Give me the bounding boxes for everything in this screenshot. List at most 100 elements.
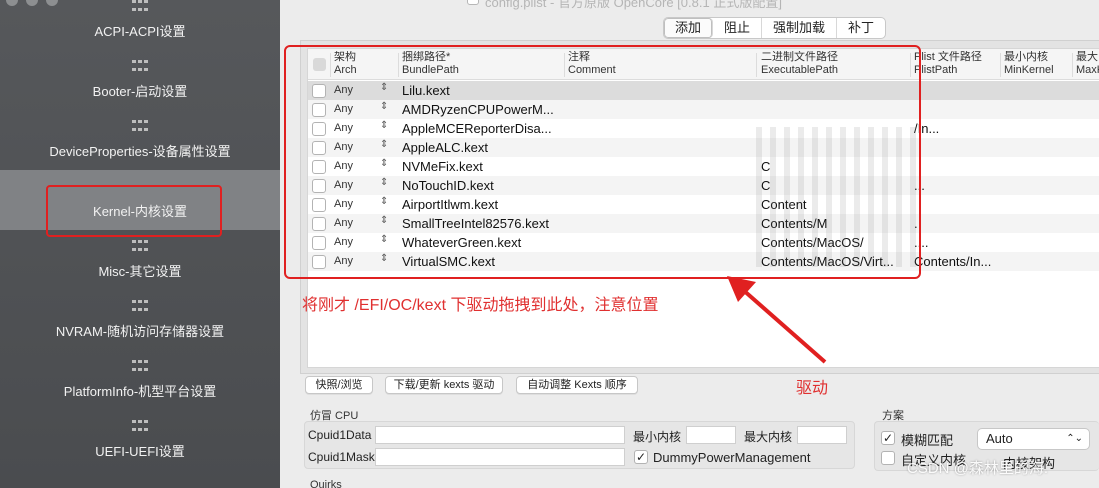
sidebar-item-booter[interactable]: Booter-启动设置 xyxy=(0,50,280,110)
max-kernel-input[interactable] xyxy=(797,426,847,444)
table-row[interactable]: Any ⇕ AppleMCEReporterDisa... /In... xyxy=(308,119,1099,138)
row-enabled-checkbox[interactable] xyxy=(312,141,326,155)
tab-force[interactable]: 强制加载 xyxy=(762,18,838,38)
sidebar-item-platforminfo[interactable]: PlatformInfo-机型平台设置 xyxy=(0,350,280,410)
row-enabled-checkbox[interactable] xyxy=(312,84,326,98)
instruction-annotation: 将刚才 /EFI/OC/kext 下驱动拖拽到此处，注意位置 xyxy=(302,297,659,314)
arch-select-value: Auto xyxy=(986,431,1013,446)
tab-block[interactable]: 阻止 xyxy=(713,18,763,38)
updown-arrow-icon[interactable]: ⇕ xyxy=(380,196,388,207)
row-plistpath[interactable]: /In... xyxy=(914,121,939,136)
sidebar-item-label: DeviceProperties-设备属性设置 xyxy=(49,144,231,159)
updown-arrow-icon[interactable]: ⇕ xyxy=(380,253,388,264)
updown-arrow-icon[interactable]: ⇕ xyxy=(380,139,388,150)
row-enabled-checkbox[interactable] xyxy=(312,179,326,193)
row-enabled-checkbox[interactable] xyxy=(312,236,326,250)
grid-icon xyxy=(132,60,148,74)
dummy-power-checkbox[interactable]: ✓ xyxy=(634,450,648,464)
table-row[interactable]: Any ⇕ Lilu.kext xyxy=(308,81,1099,100)
tab-add[interactable]: 添加 xyxy=(664,18,714,38)
cpuid1mask-input[interactable] xyxy=(375,448,625,466)
custom-kernel-checkbox[interactable] xyxy=(881,451,895,465)
header-comment[interactable]: 注释 Comment xyxy=(568,51,616,77)
driver-annotation: 驱动 xyxy=(796,380,829,397)
row-arch[interactable]: Any xyxy=(334,255,353,267)
row-enabled-checkbox[interactable] xyxy=(312,103,326,117)
table-row[interactable]: Any⇕NVMeFix.kextC xyxy=(308,157,1099,176)
title-checkbox[interactable] xyxy=(467,0,479,5)
arch-select[interactable]: Auto ⌃⌄ xyxy=(977,428,1090,450)
row-arch[interactable]: Any xyxy=(334,217,353,229)
row-enabled-checkbox[interactable] xyxy=(312,255,326,269)
table-row[interactable]: Any⇕NoTouchID.kextC... xyxy=(308,176,1099,195)
table-row[interactable]: Any⇕VirtualSMC.kextContents/MacOS/Virt..… xyxy=(308,252,1099,271)
row-arch[interactable]: Any xyxy=(334,236,353,248)
row-bundlepath[interactable]: AppleMCEReporterDisa... xyxy=(402,121,552,136)
select-all-checkbox[interactable] xyxy=(313,58,326,71)
row-arch[interactable]: Any xyxy=(334,141,353,153)
row-bundlepath[interactable]: SmallTreeIntel82576.kext xyxy=(402,216,549,231)
row-plistpath[interactable]: Contents/In... xyxy=(914,254,991,269)
table-row[interactable]: Any⇕SmallTreeIntel82576.kextContents/M. xyxy=(308,214,1099,233)
row-arch[interactable]: Any xyxy=(334,122,353,134)
download-kexts-button[interactable]: 下载/更新 kexts 驱动 xyxy=(385,376,503,394)
updown-arrow-icon[interactable]: ⇕ xyxy=(380,234,388,245)
row-bundlepath[interactable]: WhateverGreen.kext xyxy=(402,235,521,250)
row-bundlepath[interactable]: Lilu.kext xyxy=(402,83,450,98)
grid-icon xyxy=(132,120,148,134)
row-bundlepath[interactable]: AMDRyzenCPUPowerM... xyxy=(402,102,554,117)
row-enabled-checkbox[interactable] xyxy=(312,160,326,174)
updown-arrow-icon[interactable]: ⇕ xyxy=(380,101,388,112)
header-arch[interactable]: 架构 Arch xyxy=(334,51,357,77)
row-bundlepath[interactable]: NoTouchID.kext xyxy=(402,178,494,193)
updown-arrow-icon[interactable]: ⇕ xyxy=(380,120,388,131)
row-bundlepath[interactable]: VirtualSMC.kext xyxy=(402,254,495,269)
row-arch[interactable]: Any xyxy=(334,198,353,210)
header-executablepath[interactable]: 二进制文件路径 ExecutablePath xyxy=(761,51,838,77)
min-kernel-input[interactable] xyxy=(686,426,736,444)
fuzzy-match-checkbox[interactable]: ✓ xyxy=(881,431,895,445)
table-row[interactable]: Any ⇕ AMDRyzenCPUPowerM... xyxy=(308,100,1099,119)
cpuid1mask-label: Cpuid1Mask xyxy=(308,450,375,464)
window-title: config.plist - 官方原版 OpenCore [0.8.1 正式版配… xyxy=(485,0,782,10)
updown-arrow-icon[interactable]: ⇕ xyxy=(380,177,388,188)
max-kernel-label: 最大内核 xyxy=(744,430,793,444)
updown-arrow-icon[interactable]: ⇕ xyxy=(380,158,388,169)
fuzzy-match-label: 模糊匹配 xyxy=(901,433,954,448)
row-bundlepath[interactable]: NVMeFix.kext xyxy=(402,159,483,174)
row-bundlepath[interactable]: AirportItlwm.kext xyxy=(402,197,498,212)
row-arch[interactable]: Any xyxy=(334,160,353,172)
main-content: config.plist - 官方原版 OpenCore [0.8.1 正式版配… xyxy=(280,0,1099,488)
cpuid1data-input[interactable] xyxy=(375,426,625,444)
tab-patch[interactable]: 补丁 xyxy=(837,18,885,38)
header-minkernel[interactable]: 最小内核 MinKernel xyxy=(1004,51,1054,77)
header-maxkernel[interactable]: 最大MaxK xyxy=(1076,51,1099,77)
sidebar-item-nvram[interactable]: NVRAM-随机访问存储器设置 xyxy=(0,290,280,350)
browse-button[interactable]: 快照/浏览 xyxy=(305,376,373,394)
table-row[interactable]: Any⇕WhateverGreen.kextContents/MacOS/...… xyxy=(308,233,1099,252)
row-enabled-checkbox[interactable] xyxy=(312,217,326,231)
header-bundlepath[interactable]: 捆绑路径* BundlePath xyxy=(402,51,459,77)
kernel-tabs: 添加 阻止 强制加载 补丁 xyxy=(663,17,887,39)
row-plistpath[interactable]: .... xyxy=(914,235,928,250)
row-enabled-checkbox[interactable] xyxy=(312,122,326,136)
sidebar-item-acpi[interactable]: ACPI-ACPI设置 xyxy=(0,0,280,50)
row-arch[interactable]: Any xyxy=(334,179,353,191)
row-bundlepath[interactable]: AppleALC.kext xyxy=(402,140,488,155)
sidebar-item-label: NVRAM-随机访问存储器设置 xyxy=(55,324,225,339)
table-row[interactable]: Any⇕AirportItlwm.kextContent xyxy=(308,195,1099,214)
sidebar-item-misc[interactable]: Misc-其它设置 xyxy=(0,230,280,290)
row-arch[interactable]: Any xyxy=(334,84,353,96)
min-kernel-label: 最小内核 xyxy=(633,430,682,444)
row-arch[interactable]: Any xyxy=(334,103,353,115)
header-plistpath[interactable]: Plist 文件路径 PlistPath xyxy=(914,51,982,77)
auto-order-button[interactable]: 自动调整 Kexts 顺序 xyxy=(516,376,638,394)
updown-arrow-icon[interactable]: ⇕ xyxy=(380,215,388,226)
updown-arrow-icon: ⌃⌄ xyxy=(1066,433,1083,444)
sidebar-item-deviceproperties[interactable]: DeviceProperties-设备属性设置 xyxy=(0,110,280,170)
sidebar-item-uefi[interactable]: UEFI-UEFI设置 xyxy=(0,410,280,470)
grid-icon xyxy=(132,240,148,254)
updown-arrow-icon[interactable]: ⇕ xyxy=(380,82,388,93)
row-enabled-checkbox[interactable] xyxy=(312,198,326,212)
table-row[interactable]: Any ⇕ AppleALC.kext xyxy=(308,138,1099,157)
